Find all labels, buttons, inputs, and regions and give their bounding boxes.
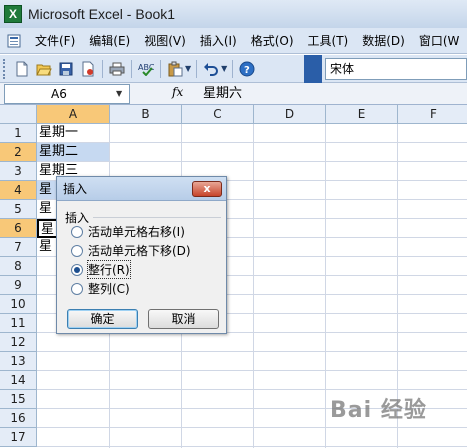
row-header-15[interactable]: 15 [0,390,37,409]
row-header-9[interactable]: 9 [0,276,37,295]
print-icon[interactable] [107,59,127,79]
row-header-17[interactable]: 17 [0,428,37,447]
name-box[interactable]: A6 [4,84,130,104]
cancel-button[interactable]: 取消 [148,309,219,329]
option-shift-right[interactable]: 活动单元格右移(I) [71,223,185,240]
insert-dialog: 插入 x 插入 活动单元格右移(I) 活动单元格下移(D) 整行(R) 整列(C… [56,176,227,334]
cell-a2[interactable]: 星期二 [37,143,110,162]
column-header-f[interactable]: F [398,105,467,124]
row-header-5[interactable]: 5 [0,200,37,219]
menu-grip-icon[interactable] [0,28,28,54]
undo-dropdown-icon[interactable]: ▼ [221,64,227,73]
menu-format[interactable]: 格式(O) [244,28,301,54]
permission-icon[interactable] [78,59,98,79]
toolbar-grip[interactable] [3,58,9,79]
svg-text:?: ? [244,65,250,76]
row-header-2[interactable]: 2 [0,143,37,162]
row-header-1[interactable]: 1 [0,124,37,143]
row-header-10[interactable]: 10 [0,295,37,314]
formula-bar: A6 ▼ fx 星期六 [0,83,467,105]
title-bar: X Microsoft Excel - Book1 [0,0,467,28]
spellcheck-icon[interactable]: ABC [136,59,156,79]
row-header-16[interactable]: 16 [0,409,37,428]
toolbar-separator [102,59,103,78]
paste-icon[interactable] [165,59,185,79]
column-header-e[interactable]: E [326,105,398,124]
row-header-14[interactable]: 14 [0,371,37,390]
option-shift-down[interactable]: 活动单元格下移(D) [71,242,191,259]
radio-icon[interactable] [71,282,83,295]
column-header-c[interactable]: C [182,105,254,124]
row-header-3[interactable]: 3 [0,162,37,181]
radio-icon[interactable] [71,225,83,238]
option-label: 整行(R) [87,260,131,279]
formula-input[interactable]: 星期六 [203,84,242,104]
open-icon[interactable] [34,59,54,79]
row-header-8[interactable]: 8 [0,257,37,276]
menu-insert[interactable]: 插入(I) [193,28,244,54]
row-header-12[interactable]: 12 [0,333,37,352]
toolbar-separator [196,59,198,78]
menu-file[interactable]: 文件(F) [28,28,82,54]
dialog-title-bar[interactable]: 插入 x [57,177,226,201]
excel-icon: X [4,5,22,23]
font-name-input[interactable]: 宋体 [325,58,467,80]
row-header-11[interactable]: 11 [0,314,37,333]
option-label: 活动单元格右移(I) [88,225,185,239]
dialog-title: 插入 [63,182,88,196]
fx-icon[interactable]: fx [172,85,183,99]
row-header-7[interactable]: 7 [0,238,37,257]
column-header-b[interactable]: B [110,105,182,124]
cell-a1[interactable]: 星期一 [37,124,110,143]
svg-text:ABC: ABC [138,63,154,72]
radio-icon[interactable] [71,244,83,257]
select-all-corner[interactable] [0,105,37,124]
row-header-6[interactable]: 6 [0,219,37,238]
toolbar-separator [131,59,132,78]
toolbar-separator [160,59,161,78]
baidu-watermark: Bai 经验 [330,398,427,423]
save-icon[interactable] [56,59,76,79]
option-label: 活动单元格下移(D) [88,244,191,258]
menu-view[interactable]: 视图(V) [137,28,193,54]
group-divider [93,217,221,218]
option-entire-column[interactable]: 整列(C) [71,280,130,297]
new-icon[interactable] [12,59,32,79]
radio-selected-icon[interactable] [71,263,83,276]
row-header-4[interactable]: 4 [0,181,37,200]
ok-button[interactable]: 确定 [67,309,138,329]
menu-data[interactable]: 数据(D) [355,28,412,54]
menu-bar: 文件(F) 编辑(E) 视图(V) 插入(I) 格式(O) 工具(T) 数据(D… [0,28,467,54]
column-header-a[interactable]: A [37,105,110,124]
menu-window[interactable]: 窗口(W [412,28,467,54]
option-entire-row[interactable]: 整行(R) [71,260,131,279]
help-icon[interactable]: ? [237,59,257,79]
close-icon[interactable]: x [192,180,222,197]
window-title: Microsoft Excel - Book1 [28,6,176,22]
undo-icon[interactable] [201,59,221,79]
radio-dot [74,266,80,273]
row-header-13[interactable]: 13 [0,352,37,371]
paste-dropdown-icon[interactable]: ▼ [185,64,191,73]
menu-edit[interactable]: 编辑(E) [82,28,137,54]
option-label: 整列(C) [88,282,130,296]
menu-tools[interactable]: 工具(T) [301,28,356,54]
column-header-d[interactable]: D [254,105,326,124]
toolbar-separator [232,59,234,78]
name-box-dropdown-icon[interactable]: ▼ [116,89,122,98]
formatting-toolbar-grip[interactable] [304,55,322,83]
